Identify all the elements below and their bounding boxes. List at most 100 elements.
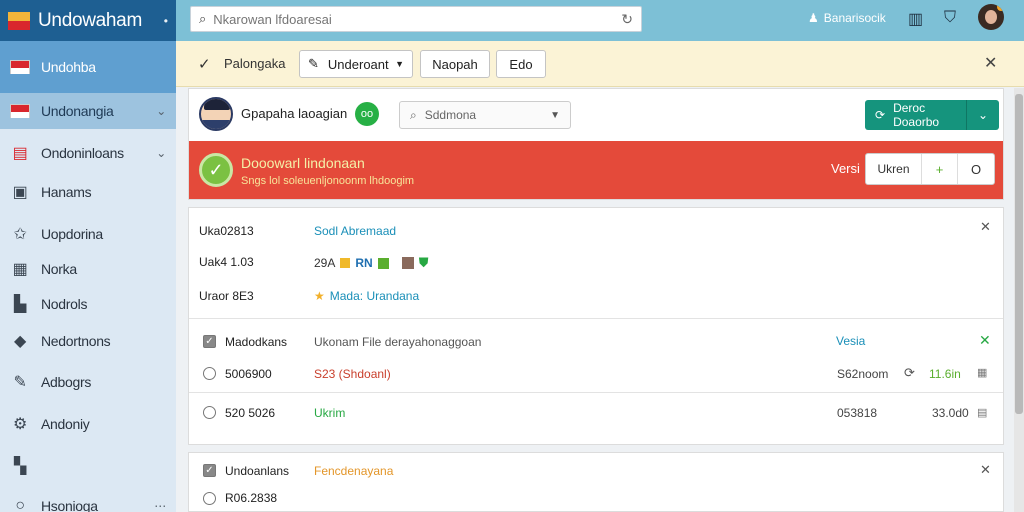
sidebar-item-uopdorina[interactable]: ✩ Uopdorina [0,216,176,252]
pen-icon: ✎ [13,374,27,391]
columns-icon[interactable]: ▥ [908,9,923,29]
alert-banner: ✓ Dooowarl lindonaan Sngs lol soleuenljo… [189,141,1003,199]
detail-tag: RN [355,256,373,270]
search-icon: ⌕ [199,11,207,26]
box-icon: ▣ [12,184,28,201]
table-header-file: Ukonam File derayahonaggoan [314,335,482,349]
toolbar: ✓ Palongaka ✎ Underoant ▼ Naopah Edo ✕ [176,41,1024,87]
sidebar-item-hanams[interactable]: ▣ Hanams [0,174,176,210]
sidebar-item-label: Hanams [41,184,92,200]
card-icon: ▤ [12,145,28,162]
sidebar-item-label: Undonangia [41,103,114,119]
action-button[interactable]: ⟳ Deroc Doaorbo ⌄ [865,100,999,130]
row-amount: 33.0d0 [932,406,969,420]
search-box[interactable]: ⌕ ↻ [190,6,642,32]
header-checkbox[interactable]: ✓ [203,335,216,348]
sidebar-item-label: Undohba [41,59,96,75]
profile-select[interactable]: ⌕ Sddmona ▼ [399,101,571,129]
pin-icon: ◆ [13,333,26,350]
folder-icon: ▙ [13,296,26,313]
sidebar: Undowaham • Undohba Undonangia ⌄ ▤ Ondon… [0,0,176,512]
check-circle-icon: ✓ [199,153,233,187]
reload-icon[interactable]: ↻ [621,11,633,28]
row-id: 5006900 [225,367,272,381]
notification-dot [997,4,1004,11]
chevron-down-icon[interactable]: ⌄ [156,146,166,160]
edit-dropdown-button[interactable]: ✎ Underoant ▼ [299,50,413,78]
sidebar-item-nodrols[interactable]: ▙ Nodrols [0,286,176,322]
user-menu[interactable]: ♟ Banarisocik [808,11,886,25]
seg-ukren[interactable]: Ukren [866,154,922,184]
sidebar-item-label: Ondoninloans [41,145,124,161]
close-icon[interactable]: ✕ [980,462,991,478]
close-icon[interactable]: ✕ [979,332,991,349]
close-icon[interactable]: ✕ [984,53,997,73]
sidebar-item-nedortnons[interactable]: ◆ Nedortnons [0,323,176,359]
sidebar-item-label: Hsonioga [41,498,98,512]
edit-button-label: Underoant [327,56,389,72]
table-icon[interactable]: ▤ [977,406,987,419]
scrollbar[interactable] [1014,88,1024,512]
row-id: R06.2838 [225,491,278,505]
details-panel: ✕ Uka02813 Sodl Abremaad Uak4 1.03 29A R… [188,207,1004,445]
naopah-button[interactable]: Naopah [420,50,490,78]
sidebar-item-tiles[interactable]: ▚ [0,448,176,484]
refresh-icon: ⟳ [875,108,886,122]
pencil-icon: ✎ [308,56,319,71]
circle-icon[interactable]: O [958,154,994,184]
sync-icon[interactable]: ⟳ [904,365,915,381]
sidebar-item-label: Andoniy [41,416,90,432]
avatar[interactable] [978,4,1004,30]
edo-button[interactable]: Edo [496,50,546,78]
profile-name: Gpapaha laoagian [241,106,348,121]
detail-value-text: Sodl Abremaad [314,224,397,238]
status-badge: oo [355,102,379,126]
search-input[interactable] [213,11,622,27]
user-name: Banarisocik [823,11,886,25]
action-button-label: Deroc Doaorbo [893,101,940,129]
person-icon: ♟ [808,11,819,25]
detail-label: Uraor 8E3 [199,289,254,303]
circle-icon: ○ [15,497,25,512]
tiles-icon: ▚ [13,458,26,475]
sidebar-item-label: Norka [41,261,77,277]
row-value: Ukrim [314,406,346,420]
row-amount: 11.6in [929,367,961,381]
detail-value: 29A RN ⛊ [314,255,428,271]
sidebar-item-undonangia[interactable]: Undonangia ⌄ [0,93,176,129]
row-value: S23 (Shdoanl) [314,367,391,381]
sidebar-item-hsonioga[interactable]: ○ Hsonioga ⋯ [0,488,176,512]
table-header-name: Madodkans [225,335,288,349]
row-id: 520 5026 [225,406,276,420]
scrollbar-thumb[interactable] [1015,94,1023,414]
app-logo-icon [8,11,30,30]
sidebar-item-andoniy[interactable]: ⚙ Andoniy [0,406,176,442]
sidebar-item-adbogrs[interactable]: ✎ Adbogrs [0,364,176,400]
plus-icon[interactable]: + [922,154,958,184]
close-icon[interactable]: ✕ [980,219,991,235]
row-radio[interactable] [203,406,216,419]
edo-button-label: Edo [509,56,533,72]
detail-value: ★ Mada: Urandana [314,289,419,303]
filter-icon[interactable]: ⛉ [944,9,956,27]
table-icon[interactable]: ▦ [977,366,987,379]
sidebar-item-ondoninloans[interactable]: ▤ Ondoninloans ⌄ [0,135,176,171]
chevron-down-icon[interactable]: ⌄ [156,104,166,118]
detail-label: Uak4 1.03 [199,255,254,269]
row-radio[interactable] [203,492,216,505]
gear-icon: ⚙ [12,416,28,433]
row-radio[interactable] [203,367,216,380]
sidebar-item-undohba[interactable]: Undohba [0,41,176,93]
collapse-icon[interactable]: • [164,14,168,28]
sidebar-item-label: Nedortnons [41,333,111,349]
sidebar-item-norka[interactable]: ▦ Norka [0,251,176,287]
flag-icon [10,101,30,121]
more-icon[interactable]: ⋯ [154,499,166,512]
flag-icon [10,57,30,77]
chevron-down-icon[interactable]: ⌄ [967,108,999,122]
star-icon: ✩ [13,226,27,243]
sidebar-item-label: Adbogrs [41,374,92,390]
profile-panel: Gpapaha laoagian oo ⌕ Sddmona ▼ ⟳ Deroc … [188,88,1004,200]
cube-icon [401,257,414,269]
header-checkbox[interactable]: ✓ [203,464,216,477]
